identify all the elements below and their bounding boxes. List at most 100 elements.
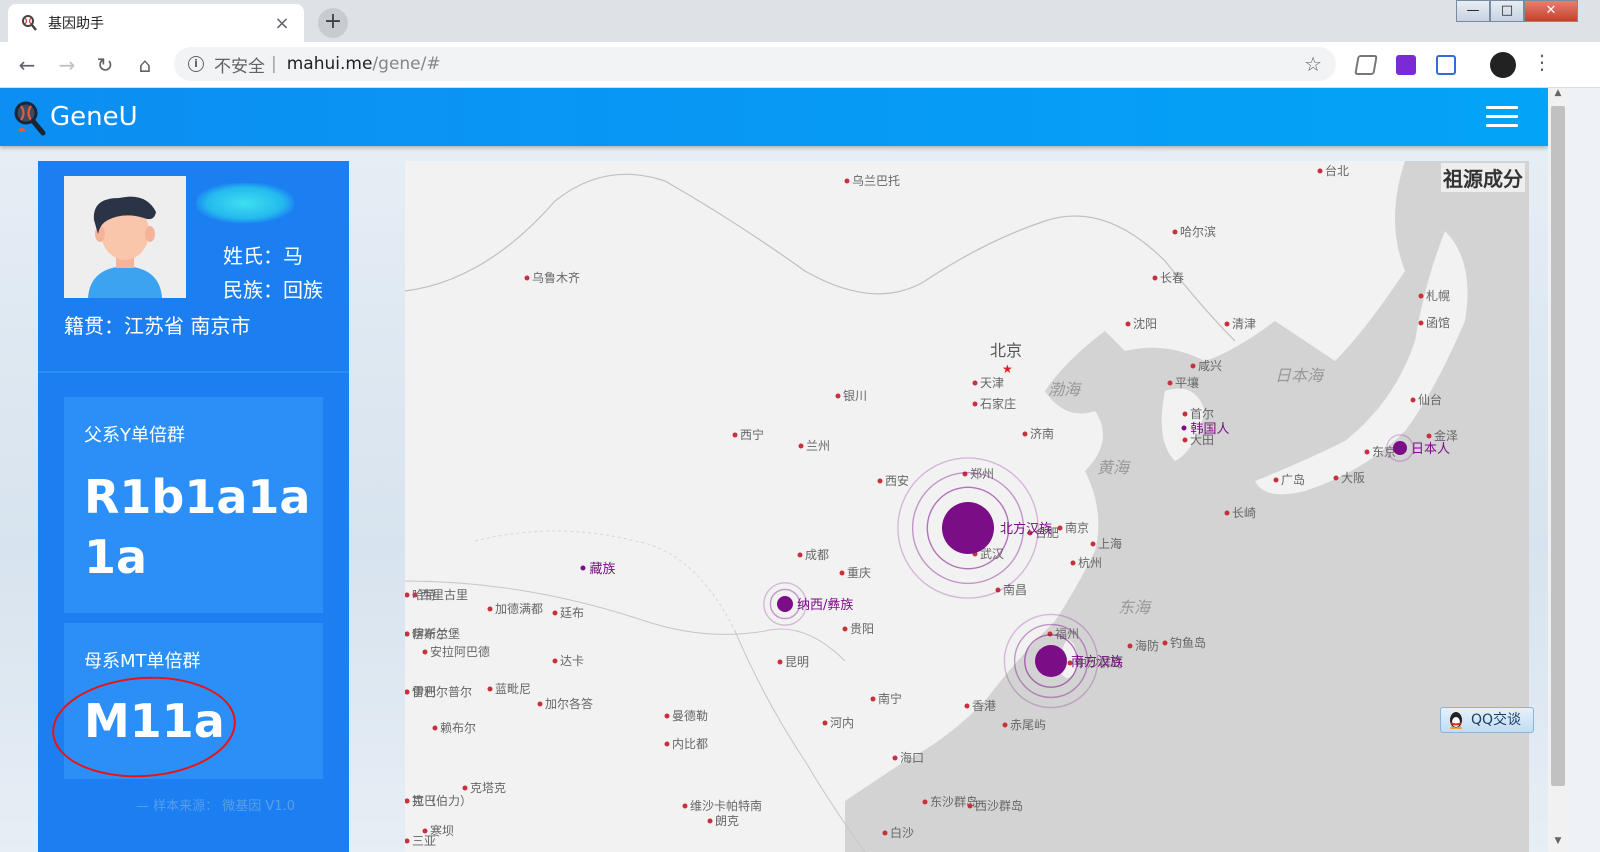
svg-text:蓝毗尼: 蓝毗尼: [495, 682, 531, 696]
city-label: 石家庄: [972, 396, 1016, 411]
paternal-value: R1b1a1a1a: [84, 470, 311, 584]
svg-text:沈阳: 沈阳: [1133, 316, 1157, 331]
extension-purple-icon[interactable]: [1396, 55, 1416, 75]
svg-text:海口: 海口: [900, 750, 924, 765]
url-path: /gene/#: [372, 54, 441, 74]
profile-avatar[interactable]: [1490, 52, 1516, 78]
city-label: 沈阳: [1125, 316, 1157, 331]
city-label: 雷利: [405, 685, 436, 699]
svg-text:贵阳: 贵阳: [850, 622, 874, 636]
svg-text:台北: 台北: [1325, 163, 1349, 178]
address-separator: |: [271, 54, 277, 74]
city-label: 维沙卡帕特南: [682, 798, 762, 813]
ancestry-label: 纳西/彝族: [797, 597, 853, 613]
svg-text:南昌: 南昌: [1003, 582, 1027, 597]
svg-text:清津: 清津: [1232, 317, 1256, 331]
city-label: 赤尾屿: [1002, 718, 1046, 732]
extension-blue-icon[interactable]: [1436, 55, 1456, 75]
svg-text:天津: 天津: [980, 376, 1004, 390]
svg-text:三亚: 三亚: [412, 834, 436, 848]
map-canvas[interactable]: 乌兰巴托哈尔滨长春沈阳 清津札幌函馆乌鲁木齐咸兴平壤首尔大田仙台金泽东京广岛 大阪长…: [405, 161, 1529, 852]
city-label: 贵阳: [842, 622, 874, 636]
more-menu-icon[interactable]: ⋮: [1532, 50, 1552, 74]
city-label: 南京: [1057, 520, 1089, 535]
maximize-button[interactable]: □: [1490, 0, 1524, 22]
svg-text:北京: 北京: [990, 341, 1022, 360]
svg-text:东京: 东京: [1372, 445, 1396, 459]
back-arrow-icon[interactable]: ←: [12, 50, 42, 80]
address-bar[interactable]: i 不安全 | mahui.me/gene/# ☆: [174, 47, 1336, 81]
map-title: 祖源成分: [1441, 163, 1525, 192]
reload-icon[interactable]: ↻: [90, 50, 120, 80]
forward-arrow-icon[interactable]: →: [52, 50, 82, 80]
svg-text:银川: 银川: [843, 389, 867, 403]
city-label: 廷布: [552, 606, 584, 620]
scroll-up-arrow-icon[interactable]: ▲: [1548, 88, 1568, 104]
capital-beijing: 北京 ★: [990, 341, 1022, 376]
svg-text:西宁: 西宁: [740, 427, 764, 442]
window-controls: — □ ✕: [1456, 0, 1578, 22]
hamburger-menu-icon[interactable]: [1486, 106, 1518, 128]
city-label: 三亚: [405, 834, 436, 848]
city-label: 台北: [1317, 163, 1349, 178]
site-navbar: GeneU: [0, 88, 1548, 146]
svg-text:广岛: 广岛: [1281, 472, 1305, 487]
city-label: 长春: [1152, 271, 1184, 285]
bookmark-star-icon[interactable]: ☆: [1304, 52, 1322, 76]
profile-divider: [38, 371, 349, 373]
city-label: 西安: [877, 473, 909, 488]
page-scrollbar[interactable]: ▲ ▼: [1548, 88, 1568, 852]
city-label: 成都: [797, 548, 829, 562]
new-tab-button[interactable]: +: [318, 8, 348, 38]
svg-text:南京: 南京: [1065, 520, 1089, 535]
ancestry-map[interactable]: 乌兰巴托 哈尔滨 长春 沈阳 清津 札幌 函馆 乌鲁木齐 咸兴 平壤 首尔 大田 仙台 金泽 东京 广岛 大阪长…: [405, 161, 1529, 852]
city-label: 香港: [964, 699, 996, 713]
paternal-haplogroup-box: 父系Y单倍群 R1b1a1a1a: [64, 397, 323, 613]
scroll-thumb[interactable]: [1551, 106, 1565, 786]
minimize-button[interactable]: —: [1456, 0, 1490, 22]
svg-text:西沙群岛: 西沙群岛: [975, 798, 1023, 813]
svg-text:内比都: 内比都: [672, 737, 708, 751]
scroll-down-arrow-icon[interactable]: ▼: [1548, 836, 1568, 852]
ethnicity-line: 民族：回族: [223, 278, 323, 302]
avatar-illustration: [88, 196, 162, 298]
extension-eraser-icon[interactable]: [1354, 55, 1378, 75]
window-edge: [1568, 88, 1600, 852]
city-label: 加尔各答: [537, 696, 593, 711]
city-label: 重庆: [839, 566, 871, 580]
browser-tab[interactable]: 基因助手 ×: [8, 4, 304, 42]
svg-text:兰州: 兰州: [806, 439, 830, 453]
close-window-button[interactable]: ✕: [1524, 0, 1578, 22]
city-label: 西沙群岛: [967, 798, 1023, 813]
tab-close-icon[interactable]: ×: [272, 13, 292, 34]
ancestry-marker[interactable]: 纳西/彝族: [763, 582, 854, 626]
svg-text:加德满都: 加德满都: [495, 601, 543, 616]
site-brand[interactable]: GeneU: [50, 102, 138, 132]
browser-tabstrip: 基因助手 × + — □ ✕: [0, 0, 1600, 42]
city-label: 杭州: [1070, 555, 1102, 570]
city-label: 内比都: [664, 737, 708, 751]
svg-text:加尔各答: 加尔各答: [545, 696, 593, 711]
ancestry-label: 南方汉族: [1071, 654, 1123, 670]
city-label: 哈尔滨: [1172, 224, 1216, 239]
city-label: 蓝毗尼: [487, 682, 531, 696]
sea-label: 日本海: [1275, 366, 1325, 385]
svg-text:拉巴: 拉巴: [412, 793, 436, 808]
qq-chat-button[interactable]: QQ交谈: [1440, 707, 1534, 733]
blurred-username: [196, 183, 294, 223]
ancestry-label: 日本人: [1411, 442, 1450, 457]
city-label: 银川: [835, 389, 867, 403]
svg-text:哈尔滨: 哈尔滨: [1180, 224, 1216, 239]
svg-text:雷利: 雷利: [412, 685, 436, 699]
svg-text:函馆: 函馆: [1426, 315, 1450, 330]
geneu-logo-icon[interactable]: [12, 100, 46, 136]
svg-text:济南: 济南: [1030, 426, 1054, 441]
svg-text:首尔: 首尔: [1190, 406, 1214, 421]
svg-text:长崎: 长崎: [1232, 506, 1256, 520]
svg-text:长春: 长春: [1160, 271, 1184, 285]
city-label: 济南: [1022, 426, 1054, 441]
home-icon[interactable]: ⌂: [130, 50, 160, 80]
svg-text:咸兴: 咸兴: [1198, 359, 1222, 373]
ancestry-marker[interactable]: 藏族: [580, 561, 616, 577]
site-info-icon[interactable]: i: [188, 56, 204, 72]
